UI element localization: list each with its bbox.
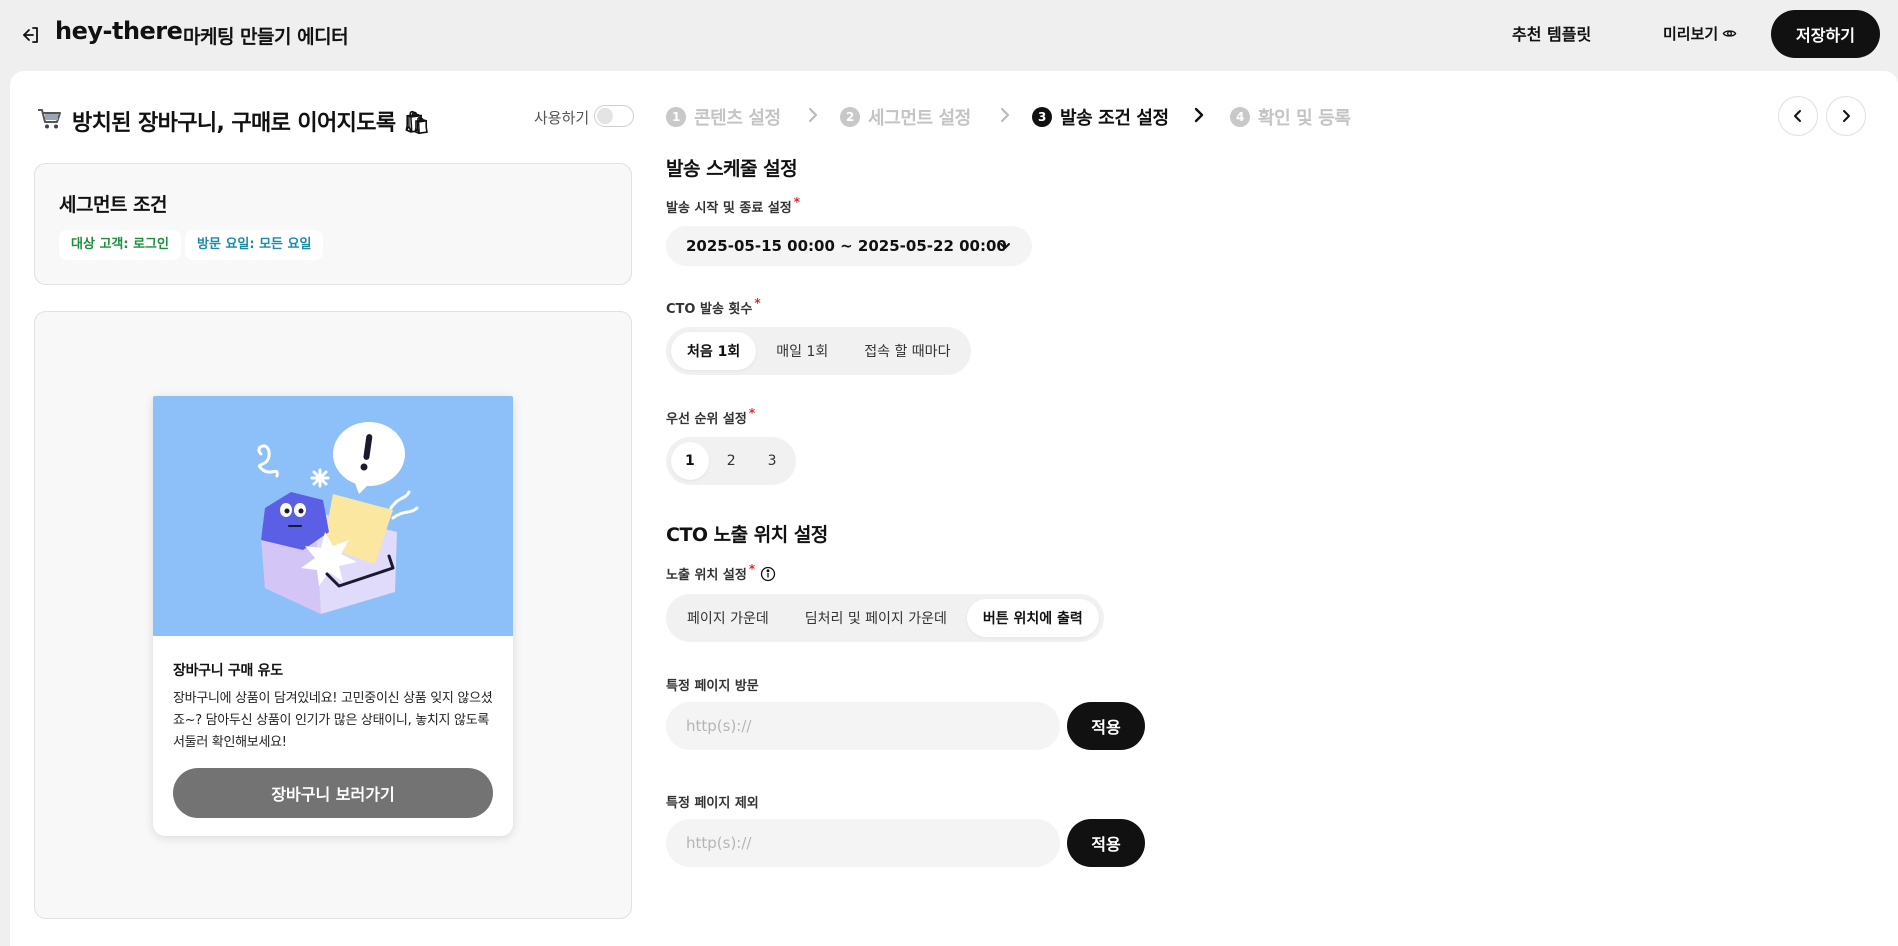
priority-label: 우선 순위 설정 *	[666, 406, 756, 427]
shopping-cart-icon	[38, 109, 61, 129]
position-option-dim-center[interactable]: 딤처리 및 페이지 가운데	[789, 599, 963, 637]
date-range-label: 발송 시작 및 종료 설정 *	[666, 195, 801, 216]
step-segment-settings[interactable]: 2 세그먼트 설정	[840, 104, 971, 130]
next-step-button[interactable]	[1826, 96, 1866, 136]
step-label: 발송 조건 설정	[1060, 108, 1169, 129]
step-label: 콘텐츠 설정	[694, 108, 781, 129]
popup-cta-button[interactable]: 장바구니 보러가기	[173, 768, 493, 818]
popup-hero-image	[153, 396, 513, 636]
use-toggle-label: 사용하기	[534, 109, 590, 127]
required-mark: *	[748, 562, 756, 576]
step-label: 확인 및 등록	[1258, 108, 1351, 129]
gift-box-illustration	[257, 422, 419, 614]
segment-chip-day: 방문 요일: 모든 요일	[185, 230, 324, 260]
position-label-text: 노출 위치 설정	[666, 568, 747, 583]
chevron-right-icon	[808, 107, 818, 123]
segment-chip-customer: 대상 고객: 로그인	[59, 230, 181, 260]
required-mark: *	[754, 296, 761, 310]
preview-button[interactable]: 미리보기	[1663, 23, 1737, 44]
send-frequency-label-text: CTO 발송 횟수	[666, 302, 753, 317]
step-send-conditions[interactable]: 3 발송 조건 설정	[1032, 104, 1169, 130]
date-range-label-text: 발송 시작 및 종료 설정	[666, 201, 792, 216]
editor-subtitle: 마케팅 만들기 에디터	[183, 26, 349, 48]
frequency-option-daily-once[interactable]: 매일 1회	[760, 332, 844, 370]
visit-apply-button[interactable]: 적용	[1067, 702, 1145, 750]
schedule-section-title: 발송 스케줄 설정	[666, 158, 798, 180]
send-frequency-label: CTO 발송 횟수 *	[666, 296, 761, 317]
segment-title: 세그먼트 조건	[59, 194, 168, 216]
date-range-value: 2025-05-15 00:00 ~ 2025-05-22 00:00	[686, 237, 1007, 255]
priority-group: 1 2 3	[666, 437, 796, 485]
position-group: 페이지 가운데 딤처리 및 페이지 가운데 버튼 위치에 출력	[666, 594, 1104, 642]
popup-preview: 장바구니 구매 유도 장바구니에 상품이 담겨있네요! 고민중이신 상품 잊지 …	[153, 396, 513, 836]
step-number: 3	[1032, 107, 1052, 127]
priority-option-2[interactable]: 2	[713, 442, 750, 480]
exclude-page-input[interactable]	[666, 819, 1060, 867]
required-mark: *	[748, 406, 756, 420]
visit-page-label: 특정 페이지 방문	[666, 679, 759, 694]
chevron-left-icon	[1794, 110, 1801, 122]
step-number: 4	[1230, 107, 1250, 127]
step-number: 1	[666, 107, 686, 127]
popup-preview-area: 장바구니 구매 유도 장바구니에 상품이 담겨있네요! 고민중이신 상품 잊지 …	[34, 311, 632, 919]
position-label: 노출 위치 설정 *	[666, 562, 776, 583]
save-button[interactable]: 저장하기	[1771, 10, 1880, 58]
chevron-down-icon	[1000, 243, 1010, 249]
step-confirm-register[interactable]: 4 확인 및 등록	[1230, 104, 1351, 130]
toggle-knob	[597, 108, 613, 124]
campaign-title: 방치된 장바구니, 구매로 이어지도록 🛍	[72, 111, 431, 136]
info-icon[interactable]	[760, 566, 776, 582]
send-frequency-group: 처음 1회 매일 1회 접속 할 때마다	[666, 327, 972, 375]
position-option-button-position[interactable]: 버튼 위치에 출력	[966, 599, 1099, 637]
use-toggle[interactable]	[594, 105, 634, 127]
chevron-right-icon	[1194, 107, 1204, 123]
priority-option-1[interactable]: 1	[671, 442, 709, 480]
segment-condition-card: 세그먼트 조건 대상 고객: 로그인 방문 요일: 모든 요일	[34, 163, 632, 285]
step-label: 세그먼트 설정	[868, 108, 971, 129]
prev-step-button[interactable]	[1778, 96, 1818, 136]
priority-option-3[interactable]: 3	[754, 442, 791, 480]
position-section-title: CTO 노출 위치 설정	[666, 524, 828, 546]
popup-body-text: 장바구니에 상품이 담겨있네요! 고민중이신 상품 잊지 않으셨죠~? 담아두신…	[173, 691, 493, 750]
brand-logo: hey-there	[55, 17, 183, 45]
required-mark: *	[793, 195, 801, 209]
recommended-template-button[interactable]: 추천 템플릿	[1512, 21, 1591, 45]
preview-label: 미리보기	[1663, 25, 1719, 43]
priority-label-text: 우선 순위 설정	[666, 412, 747, 427]
editor-panel: 방치된 장바구니, 구매로 이어지도록 🛍 사용하기 세그먼트 조건 대상 고객…	[10, 71, 1898, 946]
chevron-right-icon	[1000, 107, 1010, 123]
frequency-option-first-once[interactable]: 처음 1회	[671, 332, 757, 370]
eye-icon	[1722, 30, 1737, 37]
date-range-select[interactable]: 2025-05-15 00:00 ~ 2025-05-22 00:00	[666, 226, 1032, 266]
chevron-right-icon	[1843, 110, 1850, 122]
visit-page-input[interactable]	[666, 702, 1060, 750]
exclude-page-label: 특정 페이지 제외	[666, 796, 759, 811]
popup-title: 장바구니 구매 유도	[173, 663, 283, 679]
exit-icon[interactable]	[20, 24, 42, 46]
frequency-option-every-visit[interactable]: 접속 할 때마다	[848, 332, 966, 370]
top-bar: hey-there 마케팅 만들기 에디터 추천 템플릿 미리보기 저장하기	[0, 0, 1898, 70]
position-option-page-center[interactable]: 페이지 가운데	[671, 599, 785, 637]
step-number: 2	[840, 107, 860, 127]
step-content-settings[interactable]: 1 콘텐츠 설정	[666, 104, 781, 130]
exclude-apply-button[interactable]: 적용	[1067, 819, 1145, 867]
